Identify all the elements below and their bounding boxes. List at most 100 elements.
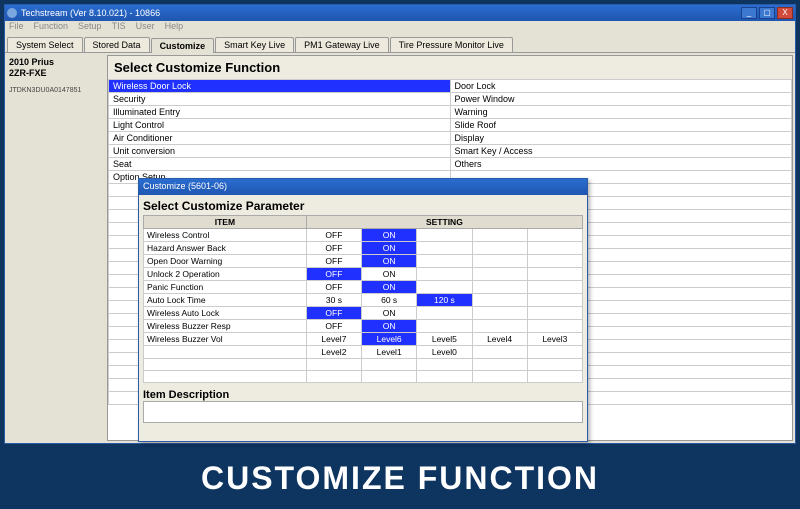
- param-option[interactable]: OFF: [306, 242, 361, 255]
- param-option: [527, 346, 582, 359]
- param-item[interactable]: Auto Lock Time: [144, 294, 307, 307]
- param-option[interactable]: OFF: [306, 268, 361, 281]
- function-cell[interactable]: Display: [450, 132, 792, 145]
- param-option: [527, 307, 582, 320]
- tab-stored-data[interactable]: Stored Data: [84, 37, 150, 52]
- menu-tis[interactable]: TIS: [112, 21, 126, 35]
- vehicle-vin: JTDKN3DU0A0147851: [9, 87, 101, 94]
- param-option: [527, 359, 582, 371]
- param-option: [472, 268, 527, 281]
- param-option[interactable]: Level1: [362, 346, 417, 359]
- menu-function[interactable]: Function: [34, 21, 69, 35]
- param-option[interactable]: OFF: [306, 307, 361, 320]
- param-option: [527, 371, 582, 383]
- titlebar: Techstream (Ver 8.10.021) - 10866 _ ▢ X: [5, 5, 795, 21]
- param-option[interactable]: ON: [362, 281, 417, 294]
- content-heading: Select Customize Function: [108, 56, 792, 79]
- menu-help[interactable]: Help: [165, 21, 184, 35]
- function-cell[interactable]: Power Window: [450, 93, 792, 106]
- sidebar: 2010 Prius 2ZR-FXE JTDKN3DU0A0147851: [5, 53, 105, 443]
- param-option: [306, 371, 361, 383]
- param-option: [527, 268, 582, 281]
- col-setting: SETTING: [306, 216, 582, 229]
- function-cell[interactable]: Smart Key / Access: [450, 145, 792, 158]
- param-option: [527, 255, 582, 268]
- param-option[interactable]: Level3: [527, 333, 582, 346]
- param-option[interactable]: ON: [362, 268, 417, 281]
- param-option[interactable]: ON: [362, 229, 417, 242]
- param-option[interactable]: OFF: [306, 229, 361, 242]
- function-cell[interactable]: Unit conversion: [109, 145, 451, 158]
- param-option: [362, 371, 417, 383]
- tab-tpm-live[interactable]: Tire Pressure Monitor Live: [390, 37, 513, 52]
- banner: CUSTOMIZE FUNCTION: [0, 447, 800, 509]
- menu-user[interactable]: User: [136, 21, 155, 35]
- param-option[interactable]: ON: [362, 307, 417, 320]
- param-option[interactable]: Level4: [472, 333, 527, 346]
- param-option[interactable]: Level5: [417, 333, 472, 346]
- function-cell[interactable]: Seat: [109, 158, 451, 171]
- menu-setup[interactable]: Setup: [78, 21, 102, 35]
- param-item: [144, 359, 307, 371]
- param-option[interactable]: 30 s: [306, 294, 361, 307]
- param-option[interactable]: Level7: [306, 333, 361, 346]
- param-option: [417, 242, 472, 255]
- item-description-label: Item Description: [143, 389, 583, 401]
- tab-pm1-gateway-live[interactable]: PM1 Gateway Live: [295, 37, 389, 52]
- param-option[interactable]: Level0: [417, 346, 472, 359]
- menu-file[interactable]: File: [9, 21, 24, 35]
- vehicle-model: 2010 Prius: [9, 57, 101, 68]
- window-title: Techstream (Ver 8.10.021) - 10866: [21, 8, 160, 18]
- param-option: [472, 307, 527, 320]
- dialog-heading: Select Customize Parameter: [143, 197, 583, 215]
- param-item[interactable]: Panic Function: [144, 281, 307, 294]
- param-item[interactable]: Wireless Control: [144, 229, 307, 242]
- param-option: [472, 371, 527, 383]
- parameter-table: ITEM SETTING Wireless ControlOFFONHazard…: [143, 215, 583, 383]
- param-option: [472, 359, 527, 371]
- param-option[interactable]: Level2: [306, 346, 361, 359]
- param-option[interactable]: ON: [362, 242, 417, 255]
- param-option[interactable]: ON: [362, 255, 417, 268]
- param-option: [527, 229, 582, 242]
- param-option: [417, 255, 472, 268]
- vehicle-engine: 2ZR-FXE: [9, 68, 101, 79]
- tab-smart-key-live[interactable]: Smart Key Live: [215, 37, 294, 52]
- param-option: [472, 294, 527, 307]
- tab-system-select[interactable]: System Select: [7, 37, 83, 52]
- param-option: [527, 294, 582, 307]
- menubar: File Function Setup TIS User Help: [5, 21, 795, 35]
- tab-customize[interactable]: Customize: [151, 38, 215, 53]
- param-item[interactable]: Wireless Buzzer Vol: [144, 333, 307, 346]
- banner-text: CUSTOMIZE FUNCTION: [201, 460, 599, 497]
- function-cell[interactable]: Slide Roof: [450, 119, 792, 132]
- param-option: [472, 346, 527, 359]
- function-cell[interactable]: Door Lock: [450, 80, 792, 93]
- param-item[interactable]: Hazard Answer Back: [144, 242, 307, 255]
- param-option[interactable]: 60 s: [362, 294, 417, 307]
- function-cell[interactable]: Illuminated Entry: [109, 106, 451, 119]
- param-option: [417, 359, 472, 371]
- param-item[interactable]: Open Door Warning: [144, 255, 307, 268]
- param-option[interactable]: 120 s: [417, 294, 472, 307]
- function-cell[interactable]: Light Control: [109, 119, 451, 132]
- param-item[interactable]: Wireless Auto Lock: [144, 307, 307, 320]
- function-cell[interactable]: Air Conditioner: [109, 132, 451, 145]
- param-option[interactable]: ON: [362, 320, 417, 333]
- param-item[interactable]: Wireless Buzzer Resp: [144, 320, 307, 333]
- param-option[interactable]: OFF: [306, 255, 361, 268]
- function-cell[interactable]: Security: [109, 93, 451, 106]
- function-cell[interactable]: Warning: [450, 106, 792, 119]
- param-option[interactable]: OFF: [306, 281, 361, 294]
- minimize-button[interactable]: _: [741, 7, 757, 19]
- param-option[interactable]: OFF: [306, 320, 361, 333]
- close-button[interactable]: X: [777, 7, 793, 19]
- function-cell[interactable]: Others: [450, 158, 792, 171]
- maximize-button[interactable]: ▢: [759, 7, 775, 19]
- param-option[interactable]: Level6: [362, 333, 417, 346]
- param-item[interactable]: Unlock 2 Operation: [144, 268, 307, 281]
- function-cell[interactable]: Wireless Door Lock: [109, 80, 451, 93]
- param-option: [472, 255, 527, 268]
- param-item: [144, 346, 307, 359]
- app-icon: [7, 8, 17, 18]
